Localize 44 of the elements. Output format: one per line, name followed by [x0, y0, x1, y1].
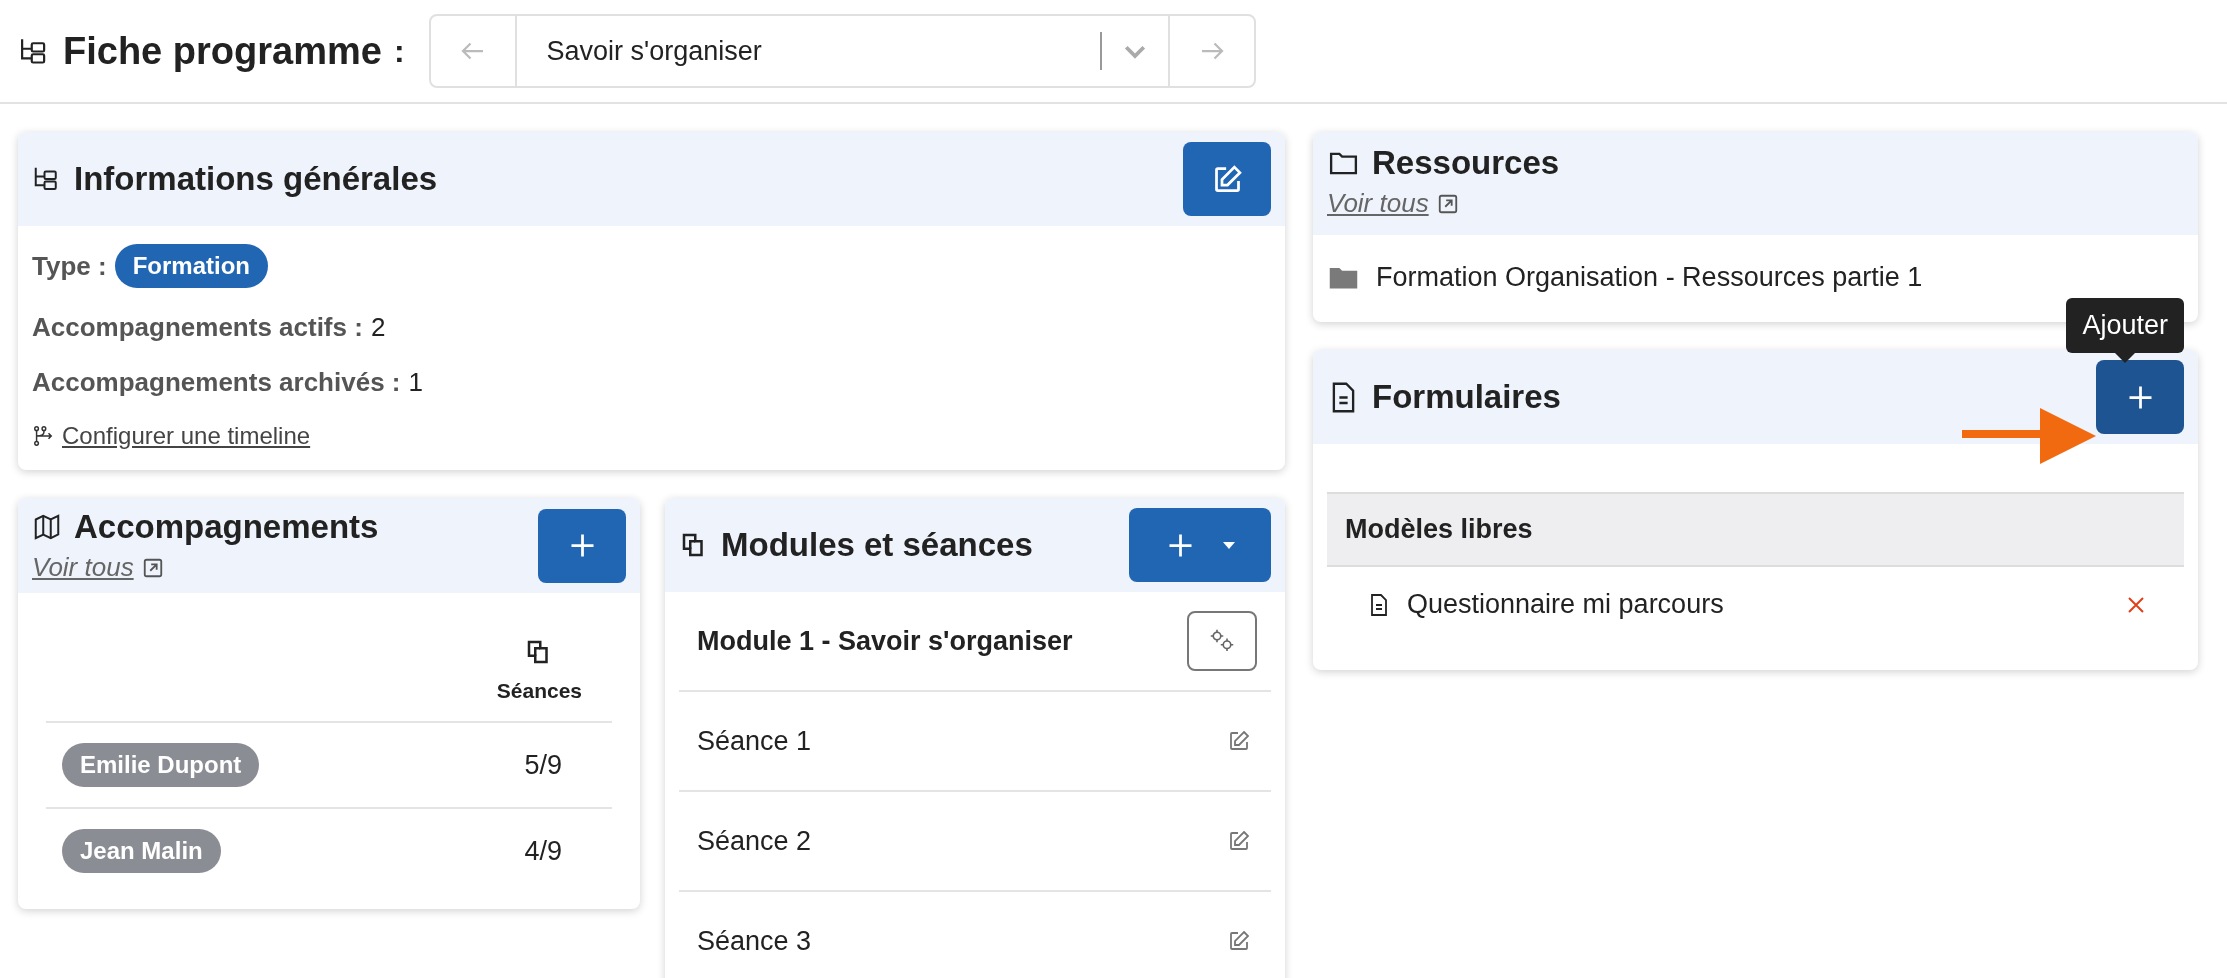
field-value: 1	[408, 367, 423, 398]
edit-icon[interactable]	[1227, 929, 1251, 953]
selector-value: Savoir s'organiser	[545, 35, 763, 67]
add-button[interactable]	[538, 508, 626, 583]
field-label: Accompagnements archivés :	[32, 367, 401, 398]
add-button[interactable]	[2096, 360, 2184, 434]
sessions-count: 4/9	[524, 835, 562, 867]
session-name[interactable]: Séance 2	[697, 825, 812, 857]
card-title: Informations générales	[74, 160, 438, 198]
card-title: Ressources	[1372, 144, 1560, 182]
module-title: Module 1 - Savoir s'organiser	[697, 625, 1073, 657]
add-dropdown-button[interactable]	[1129, 508, 1271, 582]
title-colon: :	[393, 32, 405, 70]
sessions-count: 5/9	[524, 749, 562, 781]
person-badge: Emilie Dupont	[62, 743, 260, 787]
group-title: Modèles libres	[1345, 514, 1533, 544]
external-link-icon	[141, 556, 164, 579]
resource-folder[interactable]: Formation Organisation - Ressources partie 1	[1376, 262, 1923, 293]
program-selector[interactable]: Savoir s'organiser	[428, 14, 1256, 88]
form-name[interactable]: Questionnaire mi parcours	[1407, 589, 2108, 620]
map-icon	[32, 512, 62, 542]
column-header: Séances	[496, 679, 582, 703]
edit-icon[interactable]	[1227, 729, 1251, 753]
session-name[interactable]: Séance 1	[697, 725, 812, 757]
see-all-link[interactable]: Voir tous	[1327, 188, 1429, 219]
external-link-icon	[1436, 192, 1459, 215]
card-title: Accompagnements	[74, 508, 379, 546]
type-badge: Formation	[114, 244, 268, 288]
card-title: Modules et séances	[721, 526, 1033, 564]
settings-button[interactable]	[1187, 611, 1257, 671]
tooltip-pointer	[2115, 353, 2136, 363]
timeline-link[interactable]: Configurer une timeline	[62, 422, 311, 450]
card-title: Formulaires	[1372, 378, 1561, 416]
field-label: Type :	[32, 250, 107, 282]
flow-icon	[32, 425, 54, 447]
session-name[interactable]: Séance 3	[697, 925, 812, 957]
field-label: Accompagnements actifs :	[32, 312, 363, 343]
field-value: 2	[370, 312, 386, 343]
tooltip: Ajouter	[2066, 298, 2184, 353]
page-title: Fiche programme	[63, 29, 382, 73]
edit-button[interactable]	[1183, 142, 1271, 216]
see-all-link[interactable]: Voir tous	[32, 552, 134, 583]
edit-icon[interactable]	[1227, 829, 1251, 853]
person-badge: Jean Malin	[62, 829, 221, 873]
